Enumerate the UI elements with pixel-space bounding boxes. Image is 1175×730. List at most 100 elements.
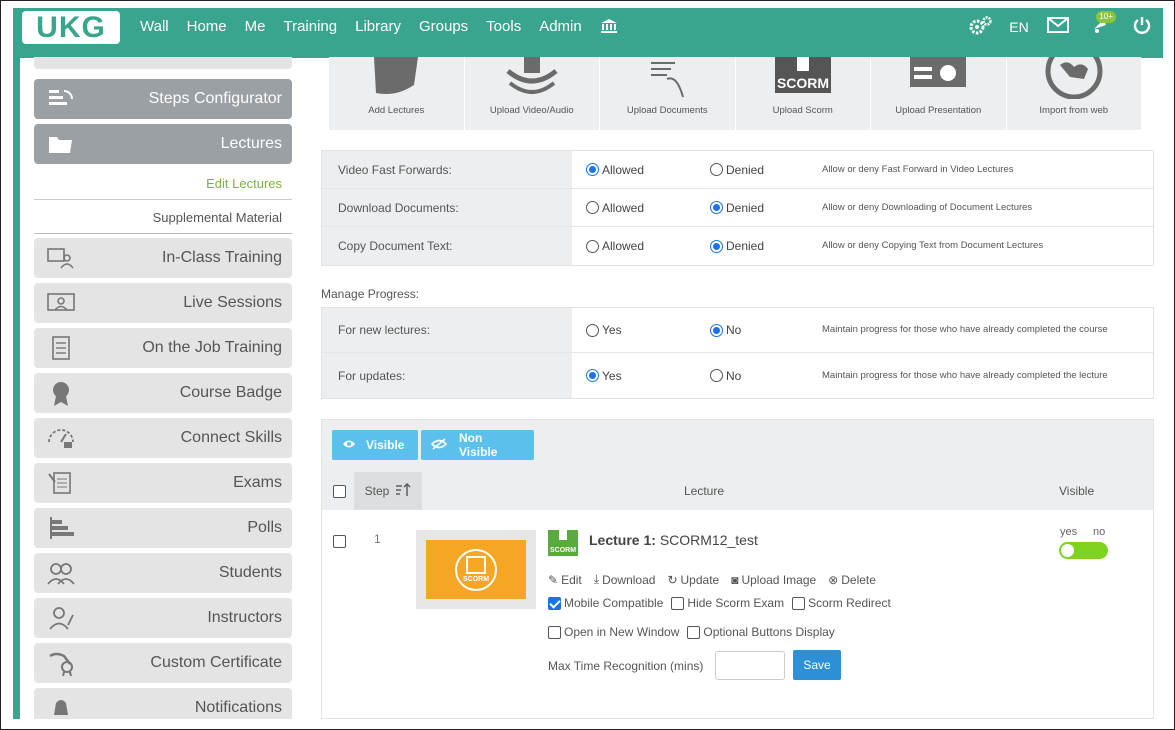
- sidebar-item-label: Polls: [247, 519, 282, 536]
- radio-allowed[interactable]: Allowed: [572, 151, 696, 188]
- radio-denied[interactable]: Denied: [696, 227, 822, 265]
- sidebar-item-steps-configurator[interactable]: Steps Configurator: [34, 79, 292, 119]
- radio-button[interactable]: [710, 239, 723, 253]
- nav-tools[interactable]: Tools: [477, 18, 530, 39]
- sidebar-item-instructors[interactable]: Instructors: [34, 598, 292, 638]
- sidebar-item-live-sessions[interactable]: Live Sessions: [34, 283, 292, 323]
- download-action[interactable]: ⤓ Download: [594, 572, 656, 587]
- radio-button[interactable]: [586, 163, 599, 176]
- radio-allowed[interactable]: Allowed: [572, 189, 696, 226]
- radio-yes[interactable]: Yes: [572, 308, 696, 352]
- nav-library[interactable]: Library: [346, 18, 410, 39]
- polls-icon: [46, 514, 76, 542]
- power-icon[interactable]: [1121, 16, 1163, 39]
- presentation-icon: [910, 57, 967, 87]
- sidebar-item-custom-certificate[interactable]: Custom Certificate: [34, 643, 292, 683]
- sidebar-item-students[interactable]: Students: [34, 553, 292, 593]
- radio-button[interactable]: [710, 201, 723, 214]
- sidebar-item-in-class-training[interactable]: In-Class Training: [34, 238, 292, 278]
- nav-groups[interactable]: Groups: [410, 18, 477, 39]
- lecture-title[interactable]: Lecture 1: SCORM12_test: [589, 532, 758, 548]
- hide-scorm-exam-checkbox[interactable]: [671, 596, 685, 610]
- radio-button[interactable]: [586, 369, 599, 382]
- radio-button[interactable]: [710, 163, 723, 176]
- visible-button[interactable]: Visible: [332, 430, 418, 460]
- nav-me[interactable]: Me: [236, 18, 275, 39]
- radio-no[interactable]: No: [696, 353, 822, 398]
- sidebar-item-label: Exams: [233, 474, 282, 491]
- upload-scorm-tile[interactable]: SCORM Upload Scorm: [736, 57, 871, 130]
- radio-denied[interactable]: Denied: [696, 151, 822, 188]
- sidebar-item-connect-skills[interactable]: Connect Skills: [34, 418, 292, 458]
- step-sort-header[interactable]: Step: [354, 472, 422, 510]
- add-lectures-tile[interactable]: Add Lectures: [329, 57, 465, 130]
- radio-no[interactable]: No: [696, 308, 822, 352]
- sidebar-item-lectures[interactable]: Lectures: [34, 124, 292, 164]
- nav-home[interactable]: Home: [178, 18, 236, 39]
- setting-row-video-fast-forwards: Video Fast Forwards: Allowed Denied Allo…: [322, 151, 1153, 189]
- delete-action[interactable]: ⊗ Delete: [828, 572, 876, 587]
- mobile-compatible-checkbox[interactable]: [548, 596, 561, 610]
- visibility-toggle[interactable]: [1059, 542, 1108, 559]
- upload-image-action[interactable]: ◙ Upload Image: [731, 572, 816, 587]
- setting-row-updates: For updates: Yes No Maintain progress fo…: [322, 353, 1153, 398]
- max-time-input[interactable]: [715, 651, 785, 680]
- sidebar-item-exams[interactable]: Exams: [34, 463, 292, 503]
- radio-button[interactable]: [586, 201, 599, 214]
- upload-presentation-tile[interactable]: Upload Presentation: [871, 57, 1007, 130]
- bank-icon[interactable]: [591, 18, 627, 39]
- sidebar-item-on-the-job-training[interactable]: On the Job Training: [34, 328, 292, 368]
- gears-icon[interactable]: [959, 15, 1001, 40]
- sidebar-item-polls[interactable]: Polls: [34, 508, 292, 548]
- svg-text:SCORM: SCORM: [463, 576, 489, 583]
- hide-scorm-exam-option[interactable]: Hide Scorm Exam: [671, 596, 784, 610]
- nav-training[interactable]: Training: [274, 18, 346, 39]
- toggle-no-label: no: [1093, 526, 1106, 538]
- lecture-thumbnail[interactable]: SCORM: [416, 530, 536, 609]
- sort-icon: [395, 482, 411, 500]
- upload-video-audio-tile[interactable]: Upload Video/Audio: [465, 57, 600, 130]
- save-button[interactable]: Save: [793, 650, 841, 680]
- sidebar-sub-edit-lectures[interactable]: Edit Lectures: [34, 167, 292, 200]
- non-visible-button[interactable]: Non Visible: [421, 430, 534, 460]
- radio-button[interactable]: [710, 323, 723, 337]
- update-action[interactable]: ↻ Update: [667, 572, 719, 587]
- radio-button[interactable]: [586, 323, 599, 337]
- manage-progress-settings: For new lectures: Yes No Maintain progre…: [321, 307, 1154, 399]
- radio-denied[interactable]: Denied: [696, 189, 822, 226]
- left-accent-rail: [13, 57, 20, 719]
- scorm-redirect-option[interactable]: Scorm Redirect: [792, 596, 891, 610]
- edit-action[interactable]: ✎ Edit: [548, 572, 582, 587]
- upload-documents-tile[interactable]: Upload Documents: [600, 57, 736, 130]
- optional-buttons-display-checkbox[interactable]: [687, 625, 701, 639]
- optional-buttons-display-option[interactable]: Optional Buttons Display: [687, 625, 835, 639]
- language-selector[interactable]: EN: [1001, 19, 1037, 35]
- radio-yes[interactable]: Yes: [572, 353, 696, 398]
- scorm-redirect-checkbox[interactable]: [792, 596, 806, 610]
- mobile-compatible-option[interactable]: Mobile Compatible: [548, 596, 663, 610]
- top-right-icons: EN 10+: [959, 10, 1163, 40]
- sidebar-item-label: Instructors: [207, 609, 282, 626]
- sidebar-item-partial[interactable]: [34, 57, 292, 69]
- setting-row-download-documents: Download Documents: Allowed Denied Allow…: [322, 189, 1153, 227]
- edit-icon: ✎: [548, 572, 559, 587]
- sidebar-item-course-badge[interactable]: Course Badge: [34, 373, 292, 413]
- radio-allowed[interactable]: Allowed: [572, 227, 696, 265]
- sidebar-item-label: Lectures: [220, 135, 282, 152]
- step-number: 1: [374, 532, 381, 546]
- ukg-logo[interactable]: UKG: [22, 11, 120, 44]
- sidebar-sub-supplemental-material[interactable]: Supplemental Material: [34, 201, 292, 234]
- open-in-new-window-checkbox[interactable]: [548, 625, 561, 639]
- sidebar-item-notifications[interactable]: Notifications: [34, 688, 292, 719]
- nav-wall[interactable]: Wall: [131, 18, 178, 39]
- import-from-web-tile[interactable]: Import from web: [1007, 57, 1142, 130]
- notifications-bell-icon[interactable]: 10+: [1079, 10, 1121, 39]
- select-all-checkbox[interactable]: [333, 485, 346, 498]
- row-checkbox[interactable]: [333, 535, 346, 548]
- open-in-new-window-option[interactable]: Open in New Window: [548, 625, 679, 639]
- radio-button[interactable]: [586, 239, 599, 253]
- nav-admin[interactable]: Admin: [530, 18, 591, 39]
- radio-button[interactable]: [710, 369, 723, 382]
- lecture-column-header: Lecture: [684, 484, 725, 498]
- envelope-icon[interactable]: [1037, 16, 1079, 38]
